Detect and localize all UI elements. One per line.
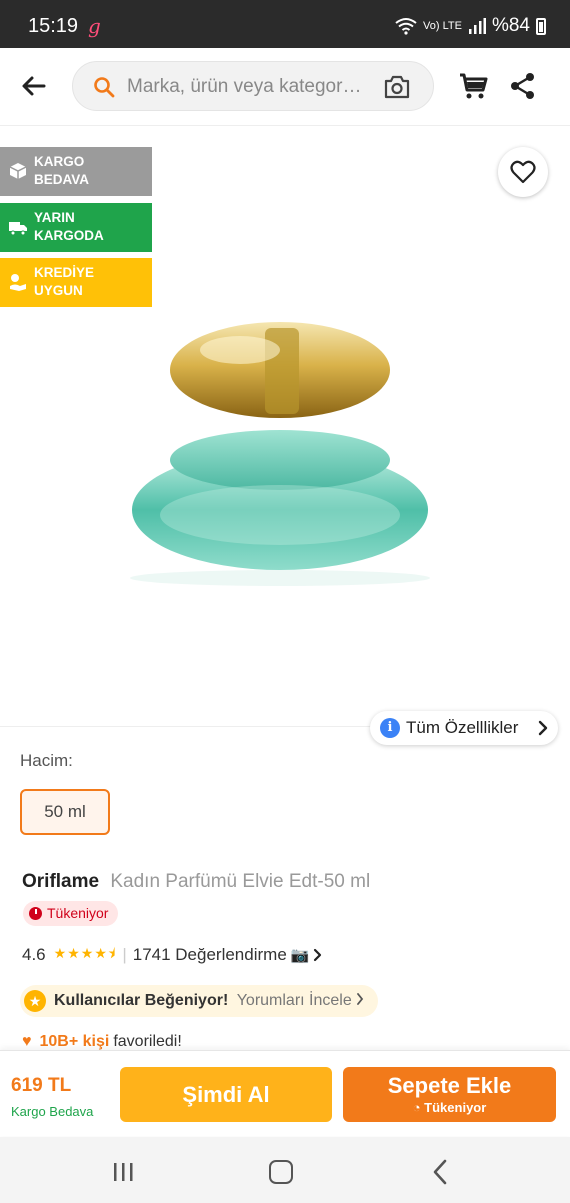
volte-indicator: Vo) LTE: [423, 20, 462, 32]
heart-icon: ♥: [22, 1033, 32, 1050]
star-badge-icon: ★: [24, 990, 46, 1012]
app-indicator-icon: g: [88, 14, 101, 38]
status-icons: Vo) LTE %84: [395, 15, 546, 37]
chevron-right-icon: [357, 993, 364, 1005]
add-to-cart-label: Sepete Ekle: [387, 1073, 512, 1098]
search-input[interactable]: Marka, ürün veya kategor…: [72, 61, 434, 111]
back-arrow-icon[interactable]: [18, 70, 50, 102]
rating-row[interactable]: 4.6 ★★★★⯨ | 1741 Değerlendirme 📷: [22, 943, 322, 967]
add-to-cart-sub-label: Tükeniyor: [424, 1100, 487, 1115]
clock-icon: [29, 907, 42, 920]
wifi-icon: [395, 18, 417, 35]
badge-line-1: KREDİYE: [34, 265, 95, 280]
stock-badge-label: Tükeniyor: [47, 905, 109, 921]
product-brand[interactable]: Oriflame: [22, 871, 99, 892]
star-icon: ★: [94, 945, 108, 961]
coins-icon: [10, 274, 26, 291]
badge-credit: KREDİYE UYGUN: [0, 258, 152, 307]
read-reviews-link[interactable]: Yorumları İncele: [237, 992, 352, 1009]
battery-icon: [536, 17, 546, 35]
signal-icon: [468, 18, 486, 34]
share-icon[interactable]: [510, 72, 536, 100]
all-specs-label: Tüm Özelllikler: [406, 718, 519, 737]
info-icon: i: [380, 718, 400, 738]
badge-free-shipping: KARGO BEDAVA: [0, 147, 152, 196]
likes-text: Kullanıcılar Beğeniyor!: [54, 992, 229, 1009]
half-star-icon: ⯨: [107, 945, 117, 961]
shipping-label: Kargo Bedava: [11, 1104, 94, 1119]
user-likes-banner[interactable]: ★ Kullanıcılar Beğeniyor! Yorumları İnce…: [20, 985, 379, 1017]
badge-line-1: YARIN: [34, 210, 75, 225]
status-bar: 15:19 g Vo) LTE %84: [0, 0, 570, 48]
badge-line-2: BEDAVA: [34, 172, 90, 187]
favorites-count: 10B+ kişi: [39, 1033, 110, 1050]
chevron-right-icon: [538, 720, 548, 736]
badge-next-day: YARIN KARGODA: [0, 203, 152, 252]
review-count: 1741 Değerlendirme: [132, 945, 287, 964]
status-time: 15:19: [28, 15, 79, 37]
camera-icon[interactable]: [383, 74, 411, 100]
badge-line-1: KARGO: [34, 154, 85, 169]
cart-icon[interactable]: [458, 72, 488, 100]
battery-percent: %84: [491, 15, 530, 36]
rating-stars: ★★★★⯨: [54, 943, 117, 967]
top-bar: Marka, ürün veya kategor…: [0, 48, 570, 126]
favorites-text: favoriledi!: [113, 1033, 182, 1050]
buy-now-button[interactable]: Şimdi Al: [120, 1067, 332, 1122]
search-icon: [94, 77, 115, 98]
home-icon[interactable]: [269, 1160, 293, 1184]
rating-value: 4.6: [22, 945, 46, 964]
truck-icon: [9, 222, 27, 236]
star-icon: ★: [80, 945, 95, 961]
separator: |: [122, 945, 127, 964]
favorites-line: ♥ 10B+ kişi favoriledi!: [22, 1033, 182, 1051]
system-nav-bar: [0, 1137, 570, 1203]
favorite-button[interactable]: [498, 147, 548, 197]
recent-apps-icon[interactable]: [112, 1162, 134, 1182]
camera-icon: 📷: [290, 947, 310, 964]
stock-badge: Tükeniyor: [23, 901, 119, 926]
product-title: Oriflame Kadın Parfümü Elvie Edt-50 ml: [22, 871, 370, 893]
badge-line-2: UYGUN: [34, 283, 83, 298]
variant-label: Hacim:: [20, 751, 73, 770]
chevron-right-icon: [314, 948, 322, 962]
box-icon: [9, 163, 27, 179]
star-icon: ★: [53, 945, 68, 961]
add-to-cart-button[interactable]: Sepete Ekle ◔ Tükeniyor: [343, 1067, 556, 1122]
divider: [0, 726, 370, 727]
search-placeholder: Marka, ürün veya kategor…: [127, 76, 362, 97]
bottom-purchase-bar: 619 TL Kargo Bedava Şimdi Al Sepete Ekle…: [0, 1050, 570, 1136]
price: 619 TL: [11, 1075, 72, 1096]
nav-back-icon[interactable]: [432, 1159, 448, 1185]
heart-icon: [510, 160, 536, 184]
star-icon: ★: [67, 945, 81, 961]
badge-line-2: KARGODA: [34, 228, 104, 243]
product-name: Kadın Parfümü Elvie Edt-50 ml: [110, 871, 371, 892]
product-image[interactable]: [130, 310, 440, 610]
variant-option-50ml[interactable]: 50 ml: [20, 789, 110, 835]
all-specs-button[interactable]: i Tüm Özelllikler: [370, 711, 558, 745]
add-to-cart-sub: ◔ Tükeniyor: [412, 1100, 487, 1115]
